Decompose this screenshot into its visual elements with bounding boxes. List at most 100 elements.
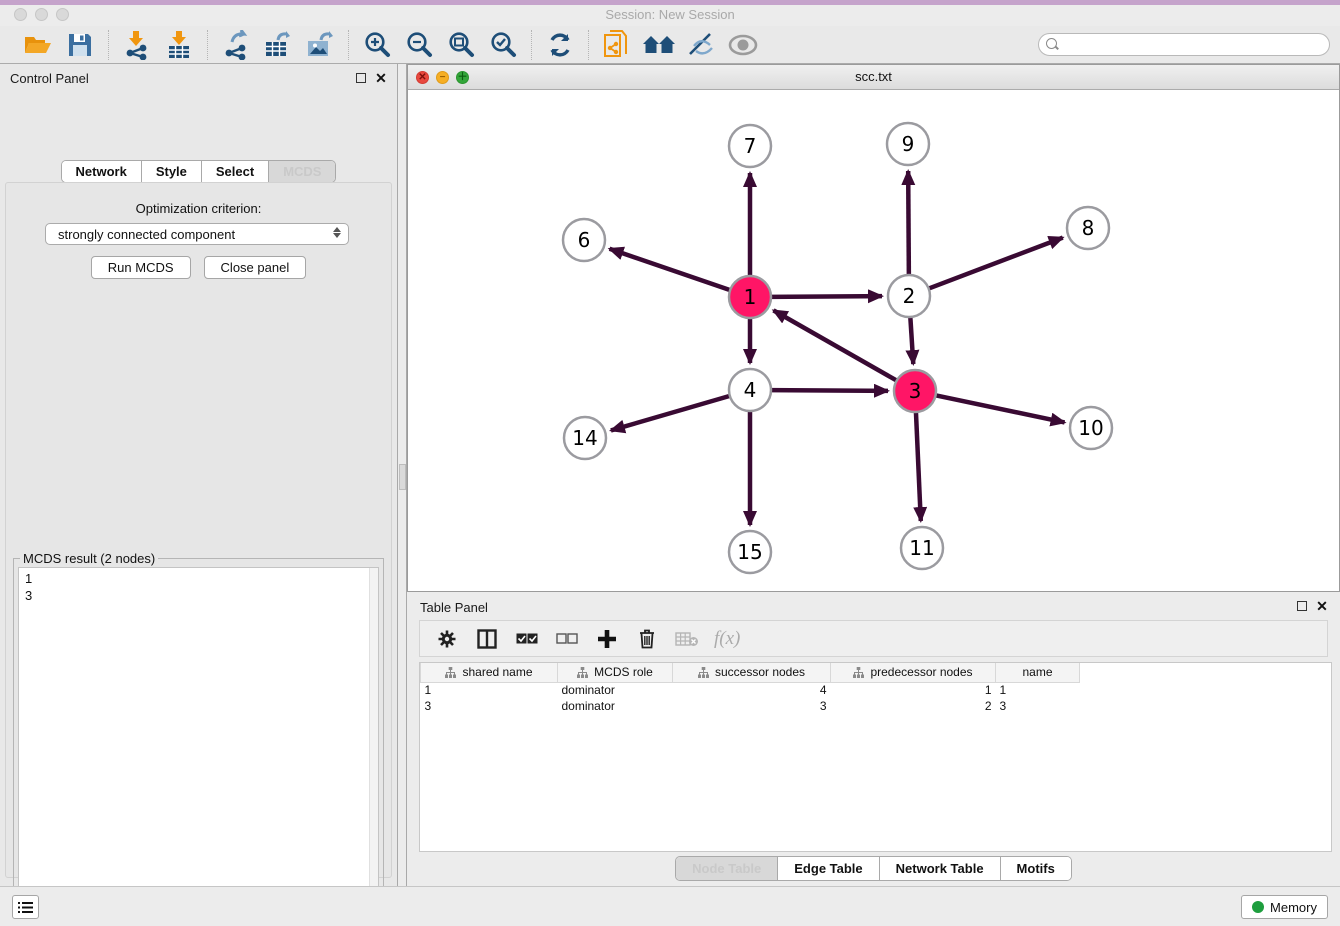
export-network-icon[interactable] [218, 29, 254, 61]
graph-node-6[interactable]: 6 [563, 219, 605, 261]
graph-node-2[interactable]: 2 [888, 275, 930, 317]
run-mcds-button[interactable]: Run MCDS [91, 256, 191, 279]
import-network-icon[interactable] [119, 29, 155, 61]
graph-node-14[interactable]: 14 [564, 417, 606, 459]
zoom-out-icon[interactable] [401, 29, 437, 61]
select-all-icon[interactable] [514, 626, 540, 652]
function-builder-icon[interactable]: f(x) [714, 626, 740, 652]
result-scrollbar[interactable] [369, 568, 378, 926]
graph-edge-3-11[interactable] [916, 412, 921, 521]
clone-network-icon[interactable] [599, 29, 635, 61]
search-icon [1046, 38, 1059, 51]
graph-node-1[interactable]: 1 [729, 276, 771, 318]
apply-layout-icon[interactable] [542, 29, 578, 61]
graph-edge-3-1[interactable] [773, 310, 896, 380]
table-settings-icon[interactable] [434, 626, 460, 652]
table-cell[interactable]: dominator [558, 682, 673, 698]
search-box[interactable] [1038, 33, 1330, 56]
deselect-all-icon[interactable] [554, 626, 580, 652]
tab-edge-table[interactable]: Edge Table [778, 857, 879, 880]
graph-node-15[interactable]: 15 [729, 531, 771, 573]
import-table-icon[interactable] [161, 29, 197, 61]
tab-network[interactable]: Network [62, 161, 142, 182]
mcds-result-list[interactable]: 13 [18, 567, 379, 926]
graph-edge-4-14[interactable] [611, 396, 730, 431]
graph-node-9[interactable]: 9 [887, 123, 929, 165]
table-cell[interactable]: 4 [673, 682, 831, 698]
graph-node-8[interactable]: 8 [1067, 207, 1109, 249]
delete-column-icon[interactable] [634, 626, 660, 652]
graph-node-3[interactable]: 3 [894, 370, 936, 412]
graph-edge-1-6[interactable] [610, 249, 731, 290]
export-table-icon[interactable] [260, 29, 296, 61]
vertical-splitter[interactable] [398, 64, 407, 886]
zoom-fit-icon[interactable] [443, 29, 479, 61]
graph-edge-3-10[interactable] [936, 395, 1065, 422]
graph-node-7[interactable]: 7 [729, 125, 771, 167]
column-header-predecessor-nodes[interactable]: predecessor nodes [831, 663, 996, 682]
show-columns-icon[interactable] [474, 626, 500, 652]
criterion-select[interactable]: strongly connected component [45, 223, 349, 245]
table-cell[interactable]: 1 [421, 682, 558, 698]
hide-selected-icon[interactable] [683, 29, 719, 61]
column-header-successor-nodes[interactable]: successor nodes [673, 663, 831, 682]
graph-edge-2-3[interactable] [910, 317, 913, 364]
search-input[interactable] [1063, 34, 1329, 55]
tab-mcds[interactable]: MCDS [269, 161, 335, 182]
close-panel-button[interactable]: Close panel [204, 256, 307, 279]
table-cell[interactable]: 1 [831, 682, 996, 698]
mcds-result-title: MCDS result (2 nodes) [20, 551, 158, 566]
zoom-selected-icon[interactable] [485, 29, 521, 61]
table-row[interactable]: 3dominator323 [421, 698, 1080, 714]
show-hidden-icon[interactable] [725, 29, 761, 61]
graph-edge-4-3[interactable] [771, 390, 888, 391]
criterion-value: strongly connected component [58, 227, 235, 242]
mcds-panel: Optimization criterion: strongly connect… [5, 182, 392, 878]
table-row[interactable]: 1dominator411 [421, 682, 1080, 698]
column-header-name[interactable]: name [996, 663, 1080, 682]
network-canvas[interactable]: 7 9 6 8 1 2 4 3 14 10 15 11 [408, 90, 1339, 591]
close-panel-icon[interactable]: ✕ [373, 70, 389, 86]
graph-edge-2-8[interactable] [929, 238, 1063, 289]
table-float-icon[interactable] [1294, 598, 1310, 614]
svg-text:4: 4 [744, 378, 757, 402]
attribute-tree-icon [853, 667, 864, 678]
graph-edge-1-2[interactable] [771, 296, 882, 297]
column-header-shared-name[interactable]: shared name [421, 663, 558, 682]
table-cell[interactable]: dominator [558, 698, 673, 714]
float-panel-icon[interactable] [353, 70, 369, 86]
table-cell[interactable]: 3 [421, 698, 558, 714]
zoom-in-icon[interactable] [359, 29, 395, 61]
optimization-criterion-label: Optimization criterion: [6, 201, 391, 216]
graph-edge-2-9[interactable] [908, 171, 909, 275]
list-icon [18, 901, 33, 914]
column-header-MCDS-role[interactable]: MCDS role [558, 663, 673, 682]
graph-node-11[interactable]: 11 [901, 527, 943, 569]
table-cell[interactable]: 1 [996, 682, 1080, 698]
export-image-icon[interactable] [302, 29, 338, 61]
tab-select[interactable]: Select [202, 161, 269, 182]
tab-network-table[interactable]: Network Table [880, 857, 1001, 880]
add-column-icon[interactable] [594, 626, 620, 652]
delete-table-icon[interactable] [674, 626, 700, 652]
table-tabs: Node TableEdge TableNetwork TableMotifs [675, 856, 1072, 881]
table-cell[interactable]: 2 [831, 698, 996, 714]
save-session-icon[interactable] [62, 29, 98, 61]
tab-style[interactable]: Style [142, 161, 202, 182]
status-bar: Memory [0, 886, 1340, 926]
memory-label: Memory [1270, 900, 1317, 915]
attribute-tree-icon [698, 667, 709, 678]
table-cell[interactable]: 3 [673, 698, 831, 714]
tab-motifs[interactable]: Motifs [1001, 857, 1071, 880]
graph-node-4[interactable]: 4 [729, 369, 771, 411]
memory-button[interactable]: Memory [1241, 895, 1328, 919]
table-close-icon[interactable]: ✕ [1314, 598, 1330, 614]
table-cell[interactable]: 3 [996, 698, 1080, 714]
task-history-button[interactable] [12, 895, 39, 919]
tab-node-table[interactable]: Node Table [676, 857, 778, 880]
first-neighbors-icon[interactable] [641, 29, 677, 61]
graph-node-10[interactable]: 10 [1070, 407, 1112, 449]
svg-text:1: 1 [744, 285, 757, 309]
open-session-icon[interactable] [20, 29, 56, 61]
mcds-result-value: 1 [25, 570, 372, 587]
